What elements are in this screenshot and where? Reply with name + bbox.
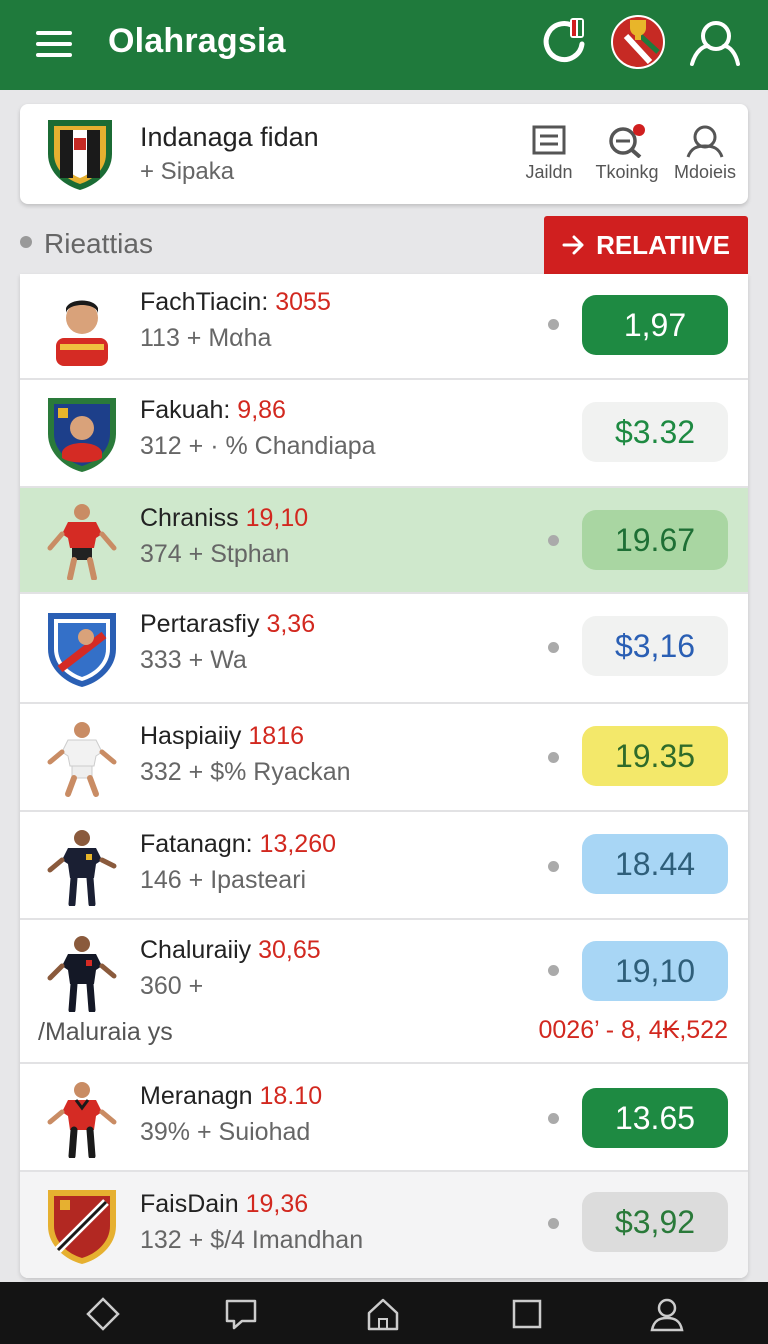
player-avatar [56,300,108,366]
status-dot [548,319,559,330]
player-name: Hasрiaiiy 1816 [140,722,305,750]
player-list: FachTiacin: 3055 113 + Mαha 1,97 Fakuah:… [20,274,748,1278]
app-title: Olahragsia [108,22,286,60]
player-name: Chaluraiiy 30,65 [140,936,321,964]
relative-button[interactable]: RELATIIVE [544,216,748,274]
menu-icon[interactable] [34,28,74,60]
odds-button[interactable]: 18.44 [582,834,728,894]
list-item-expanded[interactable]: Chaluraiiy 30,65 360 + 19,10 /Maluraia y… [20,920,748,1064]
player-number: 3,36 [266,610,316,638]
team-subtitle: + Sipaka [140,158,235,185]
player-avatar [47,1082,117,1158]
list-item[interactable]: Fatanagn: 13,260 146 + Ipasteari 18.44 [20,812,748,920]
player-name: FaisDain 19,36 [140,1190,309,1218]
player-number: 9,86 [237,396,286,424]
status-dot [548,1113,559,1124]
club-crest-icon [48,398,116,472]
player-meta: 132 + $/4 Imandhan [140,1226,364,1254]
odds-button[interactable]: 1,97 [582,295,728,355]
trophy-badge-icon[interactable] [610,14,666,70]
player-name: Fakuah: 9,86 [140,396,286,424]
player-number: 19,36 [245,1190,309,1218]
player-avatar [47,830,117,906]
top-app-bar: Olahragsia [0,0,768,90]
status-dot [548,752,559,763]
list-item[interactable]: FaisDain 19,36 132 + $/4 Imandhan $3,92 [20,1172,748,1278]
action-mdoieis[interactable]: Mdoieis [670,124,740,183]
odds-button[interactable]: 19.35 [582,726,728,786]
player-name: Meranagn 18.10 [140,1082,323,1110]
club-crest-icon [48,613,116,687]
status-dot [548,642,559,653]
status-dot [548,861,559,872]
chat-icon[interactable] [222,1295,260,1333]
team-header-card: Indanaga fidan + Sipaka Jaildn Tkoinkg M… [20,104,748,204]
odds-button[interactable]: 19,10 [582,941,728,1001]
player-number: 18.10 [259,1082,323,1110]
list-item[interactable]: FachTiacin: 3055 113 + Mαha 1,97 [20,274,748,380]
player-name: FachTiacin: 3055 [140,288,331,316]
player-name: Chraniss 19,10 [140,504,309,532]
player-avatar [47,504,117,580]
profile-icon [686,125,724,158]
list-icon [532,125,566,155]
odds-button[interactable]: $3,92 [582,1192,728,1252]
section-title: Rieattias [44,228,153,259]
club-crest-icon [48,1190,116,1264]
list-item-selected[interactable]: Chraniss 19,10 374 + Stphan 19.67 [20,488,748,594]
back-icon[interactable] [84,1295,122,1333]
player-number: 1816 [248,722,305,750]
square-icon[interactable] [508,1295,546,1333]
bottom-nav-bar [0,1282,768,1344]
action-label: Tkoinkg [595,162,659,182]
home-icon[interactable] [364,1295,402,1333]
player-meta: 312 + · % Chandiapa [140,432,376,460]
player-meta: 39% + Suiohad [140,1118,311,1146]
player-meta: 333 + Wa [140,646,247,674]
player-meta: 332 + $% Ryackan [140,758,351,786]
action-tkoinkg[interactable]: Tkoinkg [592,124,662,183]
list-item[interactable]: Pertarasfiy 3,36 333 + Wa $3,16 [20,594,748,704]
status-dot [548,965,559,976]
player-name: Pertarasfiy 3,36 [140,610,316,638]
status-dot [548,535,559,546]
action-label: Mdoieis [673,162,737,182]
player-meta: 374 + Stphan [140,540,290,568]
list-item[interactable]: Hasрiaiiy 1816 332 + $% Ryackan 19.35 [20,704,748,812]
detail-left-text: /Maluraia ys [38,1018,173,1046]
odds-button[interactable]: 13.65 [582,1088,728,1148]
odds-button[interactable]: $3,16 [582,616,728,676]
odds-button[interactable]: $3.32 [582,402,728,462]
status-dot [548,1218,559,1229]
player-number: 13,260 [259,830,337,858]
player-number: 3055 [275,288,331,316]
player-avatar [47,936,117,1012]
odds-button[interactable]: 19.67 [582,510,728,570]
team-name: Indanaga fidan [140,122,319,152]
player-meta: 360 + [140,972,204,1000]
action-jaildn[interactable]: Jaildn [514,124,584,183]
section-bullet-icon [20,236,32,248]
account-icon[interactable] [648,1295,686,1333]
search-notify-icon [609,124,645,158]
relative-button-label: RELATIIVE [596,229,730,260]
arrow-right-icon [562,235,584,255]
player-number: 19,10 [245,504,309,532]
action-label: Jaildn [525,162,573,182]
player-meta: 113 + Mαha [140,324,272,352]
section-header: Rieattias RELATIIVE [20,216,748,274]
player-number: 30,65 [258,936,321,964]
list-item[interactable]: Meranagn 18.10 39% + Suiohad 13.65 [20,1064,748,1172]
detail-right-text: 0026’ - 8, 4₭,522 [538,1016,729,1044]
list-item[interactable]: Fakuah: 9,86 312 + · % Chandiapa $3.32 [20,380,748,488]
refresh-icon[interactable] [536,14,592,70]
player-name: Fatanagn: 13,260 [140,830,337,858]
user-icon[interactable] [686,14,742,70]
team-crest-icon [48,120,112,190]
player-avatar [47,722,117,797]
player-meta: 146 + Ipasteari [140,866,307,894]
